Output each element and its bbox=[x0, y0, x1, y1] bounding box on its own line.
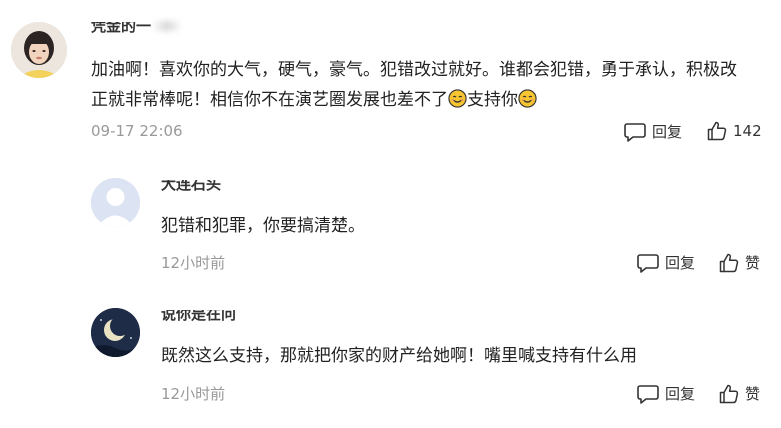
comment-text-line-2: 正就非常棒呢！相信你不在演艺圈发展也差不了 支持你 bbox=[91, 85, 737, 115]
comment-bubble-icon bbox=[624, 122, 646, 142]
comment-text-part: 支持你 bbox=[467, 90, 518, 110]
like-count: 142 bbox=[733, 122, 762, 140]
comment-author[interactable]: 凭金的一 bbox=[91, 22, 151, 34]
reply-label: 回复 bbox=[665, 385, 696, 403]
thumbs-up-icon bbox=[707, 121, 727, 141]
reply-button[interactable]: 回复 bbox=[624, 121, 682, 142]
comment-text: 既然这么支持，那就把你家的财产给她啊！嘴里喊支持有什么用 bbox=[161, 346, 637, 366]
reply-label: 回复 bbox=[652, 123, 683, 141]
reply-button[interactable]: 回复 bbox=[637, 383, 695, 404]
comment-text-part: 正就非常棒呢！相信你不在演艺圈发展也差不了 bbox=[91, 90, 448, 110]
smiling-face-emoji-icon bbox=[518, 89, 537, 108]
thumbs-up-icon bbox=[719, 253, 739, 272]
comment-item-1: 凭金的一 加油啊！喜欢你的大气，硬气，豪气。犯错改过就好。谁都会犯错，勇于承认，… bbox=[0, 0, 781, 160]
comment-time: 12小时前 bbox=[161, 385, 226, 403]
avatar[interactable] bbox=[11, 22, 67, 78]
comment-text-line-1: 加油啊！喜欢你的大气，硬气，豪气。犯错改过就好。谁都会犯错，勇于承认，积极改 bbox=[91, 60, 737, 80]
like-button[interactable]: 赞 bbox=[719, 383, 760, 404]
comment-time: 12小时前 bbox=[161, 254, 226, 272]
comment-text: 犯错和犯罪，你要搞清楚。 bbox=[161, 216, 365, 236]
reply-button[interactable]: 回复 bbox=[637, 252, 695, 273]
comment-author[interactable]: 大连石头 bbox=[161, 180, 221, 192]
comment-text: 加油啊！喜欢你的大气，硬气，豪气。犯错改过就好。谁都会犯错，勇于承认，积极改 正… bbox=[91, 55, 737, 115]
comment-item-2: 大连石头 犯错和犯罪，你要搞清楚。 12小时前 回复 赞 bbox=[0, 160, 781, 290]
like-button[interactable]: 赞 bbox=[719, 252, 760, 273]
comment-bubble-icon bbox=[637, 253, 659, 273]
like-button[interactable]: 142 bbox=[707, 121, 762, 141]
author-blur-mask bbox=[152, 21, 182, 31]
smiling-face-emoji-icon bbox=[448, 89, 467, 108]
reply-label: 回复 bbox=[665, 254, 696, 272]
comment-author[interactable]: 说你是在问 bbox=[161, 310, 236, 322]
comment-item-3: 说你是在问 既然这么支持，那就把你家的财产给她啊！嘴里喊支持有什么用 12小时前… bbox=[0, 290, 781, 428]
like-label: 赞 bbox=[745, 254, 761, 272]
comment-time: 09-17 22:06 bbox=[91, 122, 183, 140]
thumbs-up-icon bbox=[719, 384, 739, 403]
avatar[interactable] bbox=[91, 308, 140, 357]
comment-bubble-icon bbox=[637, 384, 659, 404]
like-label: 赞 bbox=[745, 385, 761, 403]
avatar[interactable] bbox=[91, 178, 140, 227]
